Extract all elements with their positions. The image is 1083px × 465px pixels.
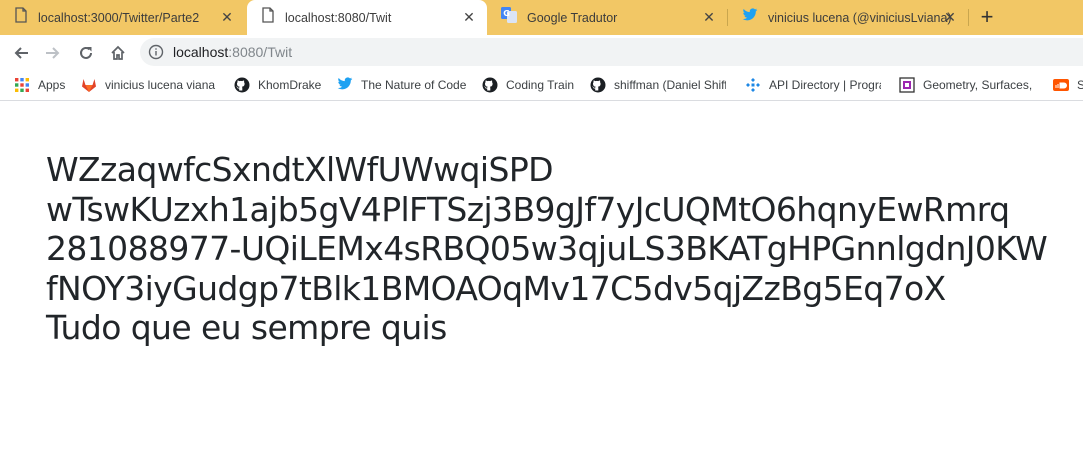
apps-grid-icon bbox=[14, 77, 30, 93]
page-content: WZzaqwfcSxndtXlWfUWwqiSPD wTswKUzxh1ajb5… bbox=[46, 150, 1083, 348]
bookmark-label: SoundCloud bbox=[1077, 78, 1083, 92]
bookmark-khomdrake[interactable]: KhomDrake bbox=[234, 76, 324, 94]
bookmark-label: Apps bbox=[38, 78, 66, 92]
info-icon[interactable] bbox=[148, 44, 164, 60]
arrow-right-icon bbox=[46, 47, 60, 59]
bookmark-nature-of-code[interactable]: The Nature of Code bbox=[337, 76, 472, 94]
soundcloud-icon bbox=[1053, 77, 1069, 93]
tab-title: vinicius lucena (@viniciusLviana) bbox=[768, 10, 952, 25]
bookmark-label: vinicius lucena viana / bbox=[105, 78, 217, 92]
bookmark-label: shiffman (Daniel Shiffman) bbox=[614, 78, 726, 92]
bookmark-label: KhomDrake bbox=[258, 78, 322, 92]
github-icon bbox=[590, 77, 606, 93]
tab-localhost-8080[interactable]: localhost:8080/Twit ✕ bbox=[247, 0, 487, 35]
arrow-left-icon bbox=[14, 47, 28, 59]
url-text[interactable]: localhost:8080/Twit bbox=[173, 44, 292, 60]
home-button[interactable] bbox=[107, 42, 129, 64]
google-translate-icon: G bbox=[501, 7, 517, 28]
bookmark-label: API Directory | ProgrammableWeb bbox=[769, 78, 881, 92]
bookmark-gitlab[interactable]: vinicius lucena viana / bbox=[81, 76, 219, 94]
github-icon bbox=[234, 77, 250, 93]
tab-title: localhost:8080/Twit bbox=[285, 10, 392, 25]
twitter-icon bbox=[742, 8, 758, 27]
tab-google-tradutor[interactable]: G Google Tradutor ✕ bbox=[487, 0, 727, 35]
url-path: :8080/Twit bbox=[228, 44, 293, 60]
close-tab-icon[interactable]: ✕ bbox=[701, 9, 717, 25]
tab-localhost-3000[interactable]: localhost:3000/Twitter/Parte2 ✕ bbox=[0, 0, 245, 35]
svg-text:G: G bbox=[503, 9, 510, 18]
tab-strip: localhost:3000/Twitter/Parte2 ✕ localhos… bbox=[0, 0, 1083, 35]
puzzle-icon bbox=[745, 77, 761, 93]
bookmark-geometry[interactable]: Geometry, Surfaces, Curves bbox=[899, 76, 1039, 94]
url-host: localhost bbox=[173, 44, 229, 60]
new-tab-button[interactable]: + bbox=[975, 6, 999, 30]
forward-button[interactable] bbox=[42, 42, 64, 64]
browser-toolbar: localhost:8080/Twit bbox=[0, 35, 1083, 69]
close-tab-icon[interactable]: ✕ bbox=[219, 9, 235, 25]
bookmark-label: Geometry, Surfaces, Curves bbox=[923, 78, 1033, 92]
content-line: WZzaqwfcSxndtXlWfUWwqiSPD bbox=[46, 150, 554, 189]
reload-button[interactable] bbox=[75, 42, 97, 64]
bookmark-label: The Nature of Code bbox=[361, 78, 467, 92]
content-line: Tudo que eu sempre quis bbox=[46, 308, 447, 347]
page-icon bbox=[261, 7, 275, 28]
bookmark-label: Coding Train bbox=[506, 78, 575, 92]
bookmark-shiffman[interactable]: shiffman (Daniel Shiffman) bbox=[590, 76, 730, 94]
page-icon bbox=[14, 7, 28, 28]
close-tab-icon[interactable]: ✕ bbox=[461, 9, 477, 25]
github-icon bbox=[482, 77, 498, 93]
content-line: fNOY3iyGudgp7tBlk1BMOAOqMv17C5dv5qjZzBg5… bbox=[46, 268, 946, 308]
tab-title: localhost:3000/Twitter/Parte2 bbox=[38, 10, 200, 25]
address-bar[interactable]: localhost:8080/Twit bbox=[140, 38, 1083, 66]
back-button[interactable] bbox=[10, 42, 32, 64]
bookmarks-bar: Apps vinicius lucena viana / KhomDrake T… bbox=[0, 69, 1083, 101]
reload-icon bbox=[80, 46, 92, 59]
tab-twitter[interactable]: vinicius lucena (@viniciusLviana) ✕ bbox=[728, 0, 968, 35]
bookmark-coding-train[interactable]: Coding Train bbox=[482, 76, 582, 94]
tab-title: Google Tradutor bbox=[527, 10, 618, 25]
gitlab-icon bbox=[81, 77, 97, 93]
bookmark-api-directory[interactable]: API Directory | ProgrammableWeb bbox=[745, 76, 885, 94]
twitter-icon bbox=[337, 77, 353, 93]
home-icon bbox=[111, 45, 125, 60]
content-line: wTswKUzxh1ajb5gV4PlFTSzj3B9gJf7yJcUQMtO6… bbox=[46, 189, 1010, 229]
content-line: 281088977-UQiLEMx4sRBQ05w3qjuLS3BKATgHPG… bbox=[46, 229, 1048, 268]
bookmark-apps[interactable]: Apps bbox=[14, 76, 74, 94]
bookmark-soundcloud[interactable]: SoundCloud bbox=[1053, 76, 1083, 94]
tab-divider bbox=[968, 9, 969, 26]
close-tab-icon[interactable]: ✕ bbox=[942, 9, 958, 25]
geometry-icon bbox=[899, 77, 915, 93]
